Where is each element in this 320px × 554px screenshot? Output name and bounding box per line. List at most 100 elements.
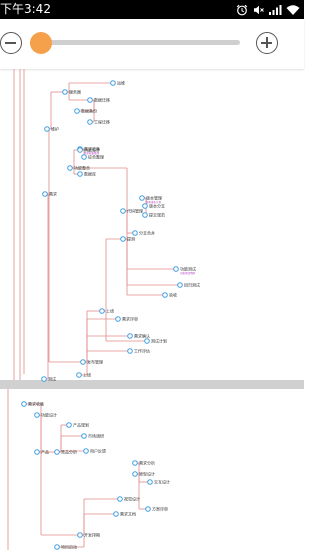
node-label: 市场调研 xyxy=(88,432,104,438)
mindmap-svg: 运维服务器数据迁移数据备份工程迁移维护需求收集需求收集整理功能设计功能整合综合整… xyxy=(0,69,304,550)
mindmap-node xyxy=(34,449,40,455)
node-label: 版本分支 xyxy=(149,202,165,208)
mute-icon xyxy=(252,4,264,16)
node-label: 需求收集 xyxy=(28,400,44,406)
status-bar: 下午3:42 xyxy=(0,0,304,19)
node-label: 功能设计 xyxy=(84,146,100,152)
node-label: 运维 xyxy=(117,79,125,85)
mindmap-node xyxy=(127,333,133,339)
mindmap-node xyxy=(113,511,119,517)
signal-icon xyxy=(268,4,282,16)
mindmap-node xyxy=(54,449,60,455)
node-label: 上线 xyxy=(83,371,91,377)
mindmap-node xyxy=(44,126,50,132)
mindmap-node xyxy=(162,292,168,298)
node-label: 发布管理 xyxy=(87,358,103,364)
node-label: 测试 xyxy=(48,375,56,381)
node-label: 项目启动 xyxy=(61,543,77,549)
node-label: 上线 xyxy=(106,307,114,313)
mindmap-node xyxy=(177,282,183,288)
zoom-in-icon[interactable] xyxy=(256,32,278,54)
mindmap-node xyxy=(142,212,148,218)
mindmap-node xyxy=(132,230,138,236)
node-label: 竞品分析 xyxy=(61,448,77,454)
node-label: 需求确认 xyxy=(134,332,150,338)
mindmap-node xyxy=(127,348,133,354)
node-label: 交互设计 xyxy=(154,478,170,484)
node-label: 开发排期 xyxy=(84,531,100,537)
mindmap-node xyxy=(81,154,87,160)
mindmap-node xyxy=(83,448,89,454)
mindmap-canvas[interactable]: 运维 服务器 数据迁移 数据备份 工程迁移 维护 需求收集 需求收集整理 功能设计 功能整合 综合整… xyxy=(0,69,304,550)
mindmap-node xyxy=(67,165,73,171)
node-sublabel: 功能测试用例 xyxy=(180,271,196,275)
node-label: 代码管理 xyxy=(127,207,143,213)
node-label: 服务器 xyxy=(69,88,81,94)
node-label: 需求 xyxy=(49,190,57,196)
node-label: 需求评审 xyxy=(122,315,138,321)
mindmap-node xyxy=(80,359,86,365)
node-label: 用户反馈 xyxy=(90,447,106,453)
zoom-slider-thumb[interactable] xyxy=(29,32,52,54)
mindmap-node xyxy=(132,471,138,477)
node-label: 产品规划 xyxy=(73,421,89,427)
mindmap-node xyxy=(115,316,121,322)
mindmap-node xyxy=(21,401,27,407)
alarm-icon xyxy=(236,4,248,16)
mindmap-node xyxy=(87,97,93,103)
mindmap-node xyxy=(54,544,60,550)
node-label: 数据库 xyxy=(84,170,96,176)
node-label: 版本管理 xyxy=(146,194,162,200)
zoom-toolbar xyxy=(0,19,304,69)
node-label: 产品 xyxy=(41,448,49,454)
status-icons xyxy=(236,3,300,16)
node-label: 工程迁移 xyxy=(94,118,110,124)
node-label: 需求文档 xyxy=(120,510,136,516)
node-label: 视觉设计 xyxy=(124,495,140,501)
mindmap-node xyxy=(142,203,148,209)
mindmap-node xyxy=(110,80,116,86)
mindmap-node xyxy=(99,308,105,314)
mindmap-node xyxy=(147,479,153,485)
zoom-slider[interactable] xyxy=(29,32,240,54)
mindmap-node xyxy=(76,372,82,378)
wifi-icon xyxy=(286,4,300,16)
node-label: 回归测试 xyxy=(184,281,200,287)
mindmap-node xyxy=(173,266,179,272)
node-label: 综合整理 xyxy=(88,153,104,159)
section-divider xyxy=(0,380,304,389)
mindmap-node xyxy=(77,171,83,177)
node-label: 需求分析 xyxy=(139,459,155,465)
mindmap-node xyxy=(62,89,68,95)
mindmap-node xyxy=(120,208,126,214)
node-label: 功能整合 xyxy=(74,164,90,170)
mindmap-node xyxy=(139,195,145,201)
node-label: 测试计划 xyxy=(151,337,167,343)
node-label: 功能测试 xyxy=(180,265,196,271)
node-label: 工作评估 xyxy=(134,347,150,353)
mindmap-node xyxy=(74,108,80,114)
node-label: 方案评审 xyxy=(152,505,168,511)
mindmap-node xyxy=(34,412,40,418)
status-time: 下午3:42 xyxy=(0,2,51,16)
mindmap-node xyxy=(144,338,150,344)
mindmap-node xyxy=(77,147,83,153)
node-label: 原型设计 xyxy=(139,470,155,476)
node-label: 分支合并 xyxy=(139,229,155,235)
node-label: 数据备份 xyxy=(81,107,97,113)
mindmap-node xyxy=(66,422,72,428)
node-label: 维护 xyxy=(51,125,59,131)
mindmap-node xyxy=(77,532,83,538)
mindmap-node xyxy=(120,236,126,242)
node-label: 数据迁移 xyxy=(94,96,110,102)
mindmap-node xyxy=(145,506,151,512)
zoom-out-icon[interactable] xyxy=(0,32,22,54)
mindmap-node xyxy=(87,119,93,125)
mindmap-node xyxy=(117,496,123,502)
node-label: 提交规范 xyxy=(149,211,165,217)
node-label: 验收 xyxy=(169,291,177,297)
mindmap-node xyxy=(41,376,47,382)
mindmap-node xyxy=(81,433,87,439)
mindmap-node xyxy=(42,191,48,197)
mindmap-node xyxy=(132,460,138,466)
